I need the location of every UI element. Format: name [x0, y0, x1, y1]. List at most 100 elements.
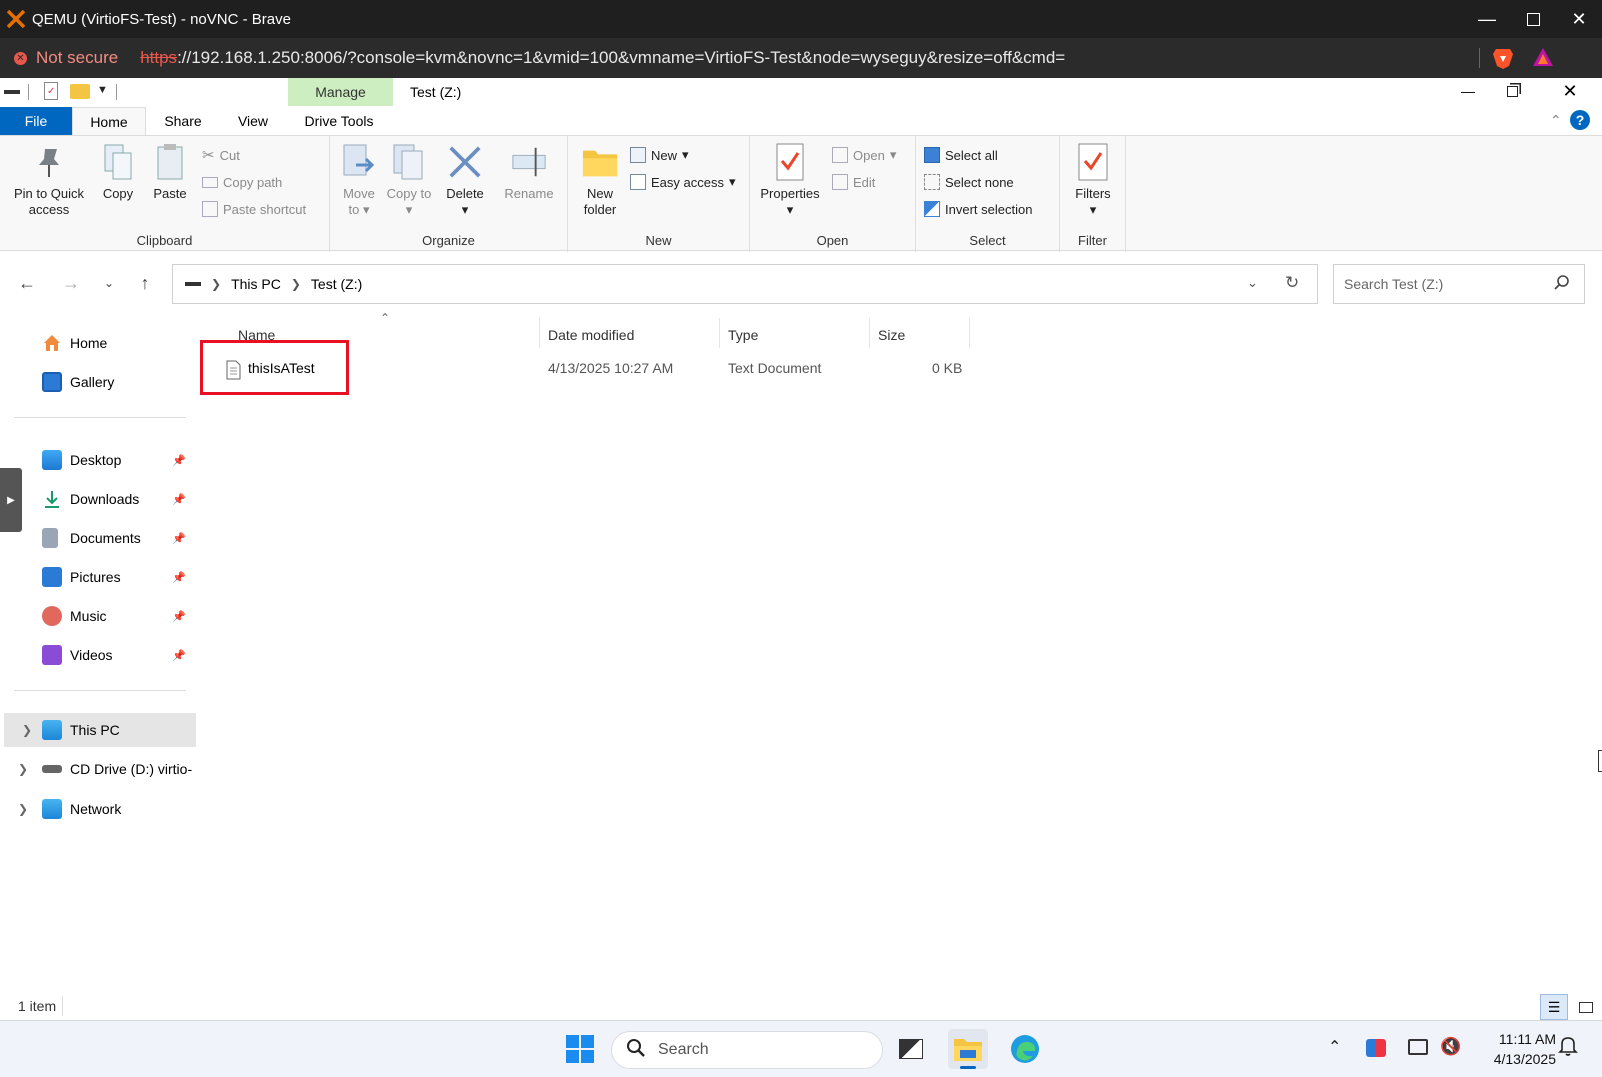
sidebar-item-pictures[interactable]: Pictures 📌	[0, 560, 196, 594]
help-icon[interactable]: ?	[1570, 110, 1590, 130]
sidebar-item-videos[interactable]: Videos 📌	[0, 638, 196, 672]
tab-manage-context[interactable]: Manage	[288, 78, 393, 106]
tab-share[interactable]: Share	[146, 107, 220, 135]
column-header-size[interactable]: Size	[878, 322, 905, 348]
sidebar-item-network[interactable]: ❯ Network	[0, 792, 196, 826]
tab-home[interactable]: Home	[72, 106, 146, 136]
explorer-restore-button[interactable]	[1492, 78, 1532, 104]
start-button[interactable]	[560, 1029, 600, 1069]
filters-button[interactable]: Filters ▾	[1066, 142, 1120, 218]
notifications-bell-icon[interactable]	[1558, 1035, 1578, 1062]
pin-icon[interactable]: 📌	[172, 493, 186, 506]
easy-access-button[interactable]: Easy access ▾	[630, 171, 736, 193]
select-none-button[interactable]: Select none	[924, 171, 1014, 193]
properties-qat-icon[interactable]: ✓	[44, 82, 58, 100]
brave-rewards-icon[interactable]	[1532, 47, 1554, 72]
taskbar-search[interactable]: Search	[611, 1031, 883, 1069]
cut-button[interactable]: ✂ Cut	[202, 144, 240, 166]
delete-button[interactable]: Delete ▾	[440, 142, 490, 218]
refresh-icon[interactable]: ↻	[1285, 273, 1299, 293]
address-dropdown-icon[interactable]: ⌄	[1247, 275, 1258, 291]
clock[interactable]: 11:11 AM 4/13/2025	[1472, 1029, 1556, 1069]
pin-to-quick-access-button[interactable]: Pin to Quick access	[6, 142, 92, 218]
qat-dropdown-icon[interactable]: ▼	[97, 84, 108, 96]
move-to-button[interactable]: Move to ▾	[336, 142, 382, 218]
brave-shield-icon[interactable]	[1492, 46, 1514, 75]
edit-button[interactable]: Edit	[832, 171, 875, 193]
explorer-close-button[interactable]: ✕	[1550, 78, 1590, 104]
sidebar-item-downloads[interactable]: Downloads 📌	[0, 482, 196, 516]
browser-maximize-button[interactable]	[1510, 0, 1556, 38]
properties-icon	[772, 142, 808, 182]
sidebar-item-desktop[interactable]: Desktop 📌	[0, 443, 196, 477]
sidebar-item-gallery[interactable]: Gallery	[0, 365, 196, 399]
url-bar[interactable]: ✕ Not secure https ://192.168.1.250:8006…	[0, 38, 1602, 78]
show-hidden-icons-icon[interactable]: ⌃	[1328, 1037, 1341, 1057]
address-bar[interactable]: ❯ This PC ❯ Test (Z:) ⌄ ↻	[172, 264, 1318, 304]
sidebar-item-home[interactable]: Home	[0, 326, 196, 360]
properties-button[interactable]: Properties ▾	[756, 142, 824, 218]
browser-close-button[interactable]: ✕	[1556, 0, 1602, 38]
file-explorer-taskbar-button[interactable]	[948, 1029, 988, 1069]
quick-access-toolbar: ✓ ▼ Manage Test (Z:) — ✕	[0, 78, 1602, 108]
volume-muted-icon[interactable]: 🔇	[1440, 1037, 1461, 1057]
pin-icon[interactable]: 📌	[172, 454, 186, 467]
chevron-right-icon[interactable]: ❯	[22, 723, 32, 737]
file-name[interactable]: thisIsATest	[248, 360, 315, 376]
copy-to-button[interactable]: Copy to ▾	[386, 142, 432, 218]
pin-icon[interactable]: 📌	[172, 610, 186, 623]
pane-expand-handle[interactable]: ▶	[0, 468, 22, 532]
browser-minimize-button[interactable]: —	[1464, 0, 1510, 38]
rename-button[interactable]: Rename	[500, 142, 558, 202]
tab-drive-tools[interactable]: Drive Tools	[286, 107, 392, 135]
breadcrumb-this-pc[interactable]: This PC	[231, 276, 281, 292]
not-secure-label[interactable]: Not secure	[36, 48, 118, 68]
edge-browser-button[interactable]	[1005, 1029, 1045, 1069]
forward-button[interactable]: →	[54, 266, 88, 300]
tab-file[interactable]: File	[0, 107, 72, 135]
new-item-button[interactable]: New ▾	[630, 144, 689, 166]
up-button[interactable]: ↑	[128, 266, 162, 300]
pin-icon[interactable]: 📌	[172, 571, 186, 584]
explorer-minimize-button[interactable]: —	[1448, 78, 1488, 104]
new-folder-button[interactable]: New folder	[574, 142, 626, 218]
back-button[interactable]: ←	[10, 266, 44, 300]
search-icon	[626, 1038, 646, 1063]
pictures-icon	[42, 567, 62, 587]
details-view-button[interactable]: ☰	[1540, 994, 1568, 1020]
select-all-button[interactable]: Select all	[924, 144, 998, 166]
open-button[interactable]: Open ▾	[832, 144, 896, 166]
paste-button[interactable]: Paste	[146, 142, 194, 202]
sidebar-item-music[interactable]: Music 📌	[0, 599, 196, 633]
new-folder-qat-icon[interactable]	[70, 84, 90, 99]
file-row[interactable]: thisIsATest 4/13/2025 10:27 AM Text Docu…	[200, 340, 970, 395]
breadcrumb-test-z[interactable]: Test (Z:)	[311, 276, 362, 292]
pin-icon[interactable]: 📌	[172, 649, 186, 662]
search-icon	[1554, 274, 1570, 293]
column-header-date-modified[interactable]: Date modified	[548, 322, 634, 348]
tab-view[interactable]: View	[220, 107, 286, 135]
window-title: Test (Z:)	[410, 84, 462, 100]
url-text[interactable]: ://192.168.1.250:8006/?console=kvm&novnc…	[177, 48, 1065, 68]
sidebar-item-cd-drive[interactable]: ❯ CD Drive (D:) virtio-	[0, 752, 196, 786]
paste-shortcut-button[interactable]: Paste shortcut	[202, 198, 306, 220]
search-input[interactable]: Search Test (Z:)	[1344, 276, 1443, 292]
column-header-type[interactable]: Type	[728, 322, 758, 348]
chevron-right-icon[interactable]: ❯	[18, 802, 28, 816]
tray-app-icon[interactable]	[1366, 1039, 1386, 1057]
invert-selection-button[interactable]: Invert selection	[924, 198, 1032, 220]
recent-locations-button[interactable]: ⌄	[92, 266, 126, 300]
copy-path-button[interactable]: Copy path	[202, 171, 282, 193]
text-document-icon	[226, 360, 241, 385]
copy-button[interactable]: Copy	[96, 142, 140, 202]
pin-icon[interactable]: 📌	[172, 532, 186, 545]
task-view-button[interactable]	[891, 1029, 931, 1069]
network-status-icon[interactable]	[1408, 1039, 1428, 1055]
search-box[interactable]: Search Test (Z:)	[1333, 264, 1585, 304]
ribbon-collapse-icon[interactable]: ⌃	[1550, 112, 1562, 129]
sidebar-item-this-pc[interactable]: ❯ This PC	[4, 713, 196, 747]
chevron-right-icon[interactable]: ❯	[18, 762, 28, 776]
large-icons-view-button[interactable]	[1574, 994, 1598, 1020]
sidebar-item-documents[interactable]: Documents 📌	[0, 521, 196, 555]
organize-group: Move to ▾ Copy to ▾ Delete ▾ Rename Organ…	[330, 136, 568, 252]
